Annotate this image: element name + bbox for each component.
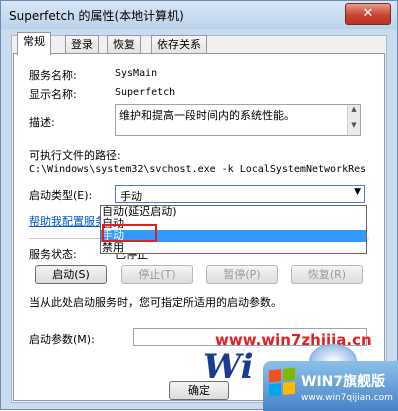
scroll-up-icon[interactable]: ▲ [348, 105, 360, 113]
startup-type-value: 手动 [120, 190, 142, 203]
path-label: 可执行文件的路径: [29, 149, 121, 162]
startup-type-combo[interactable]: 手动 ▼ [115, 185, 365, 203]
watermark-badge: WIN7旗舰版 www.win7qijian.com [263, 361, 398, 411]
stop-button[interactable]: 停止(T) [121, 265, 193, 284]
option-disabled[interactable]: 禁用 [101, 242, 366, 254]
resume-button[interactable]: 恢复(R) [291, 265, 363, 284]
chevron-down-icon[interactable]: ▼ [354, 187, 361, 197]
service-status-label: 服务状态: [29, 248, 77, 261]
tab-dependencies[interactable]: 依存关系 [151, 35, 207, 54]
title-bar[interactable]: Superfetch 的属性(本地计算机) ✕ [1, 1, 397, 29]
startup-params-hint: 当从此处启动服务时，您可指定所适用的启动参数。 [29, 296, 282, 309]
startup-type-label: 启动类型(E): [29, 189, 93, 202]
display-name-value: Superfetch [115, 87, 176, 98]
display-name-label: 显示名称: [29, 88, 77, 101]
description-label: 描述: [29, 116, 55, 129]
tab-general[interactable]: 常规 [17, 32, 51, 55]
watermark-windows-logo: Wi [203, 347, 254, 387]
tab-logon[interactable]: 登录 [65, 35, 99, 54]
badge-title: WIN7旗舰版 [301, 374, 386, 390]
start-button[interactable]: 启动(S) [35, 265, 107, 284]
close-icon: ✕ [362, 6, 374, 21]
properties-window: Superfetch 的属性(本地计算机) ✕ 常规 登录 恢复 依存关系 服务… [0, 0, 398, 411]
badge-subtitle: www.win7qijian.com [301, 393, 393, 403]
executable-path: C:\Windows\system32\svchost.exe -k Local… [29, 164, 367, 175]
window-title: Superfetch 的属性(本地计算机) [9, 9, 184, 23]
description-scrollbar[interactable]: ▲ ▼ [347, 105, 360, 135]
highlight-box [102, 224, 157, 242]
scroll-down-icon[interactable]: ▼ [348, 121, 360, 129]
service-name-label: 服务名称: [29, 69, 77, 82]
description-text: 维护和提高一段时间内的系统性能。 [119, 109, 295, 122]
pause-button[interactable]: 暂停(P) [206, 265, 278, 284]
tab-recovery[interactable]: 恢复 [107, 35, 141, 54]
close-button[interactable]: ✕ [345, 3, 391, 25]
windows-flag-icon [269, 367, 295, 397]
option-auto-delayed[interactable]: 自动(延迟启动) [101, 206, 366, 218]
startup-params-label: 启动参数(M): [29, 333, 95, 346]
service-name-value: SysMain [115, 68, 158, 79]
description-box[interactable]: 维护和提高一段时间内的系统性能。 ▲ ▼ [115, 104, 361, 136]
